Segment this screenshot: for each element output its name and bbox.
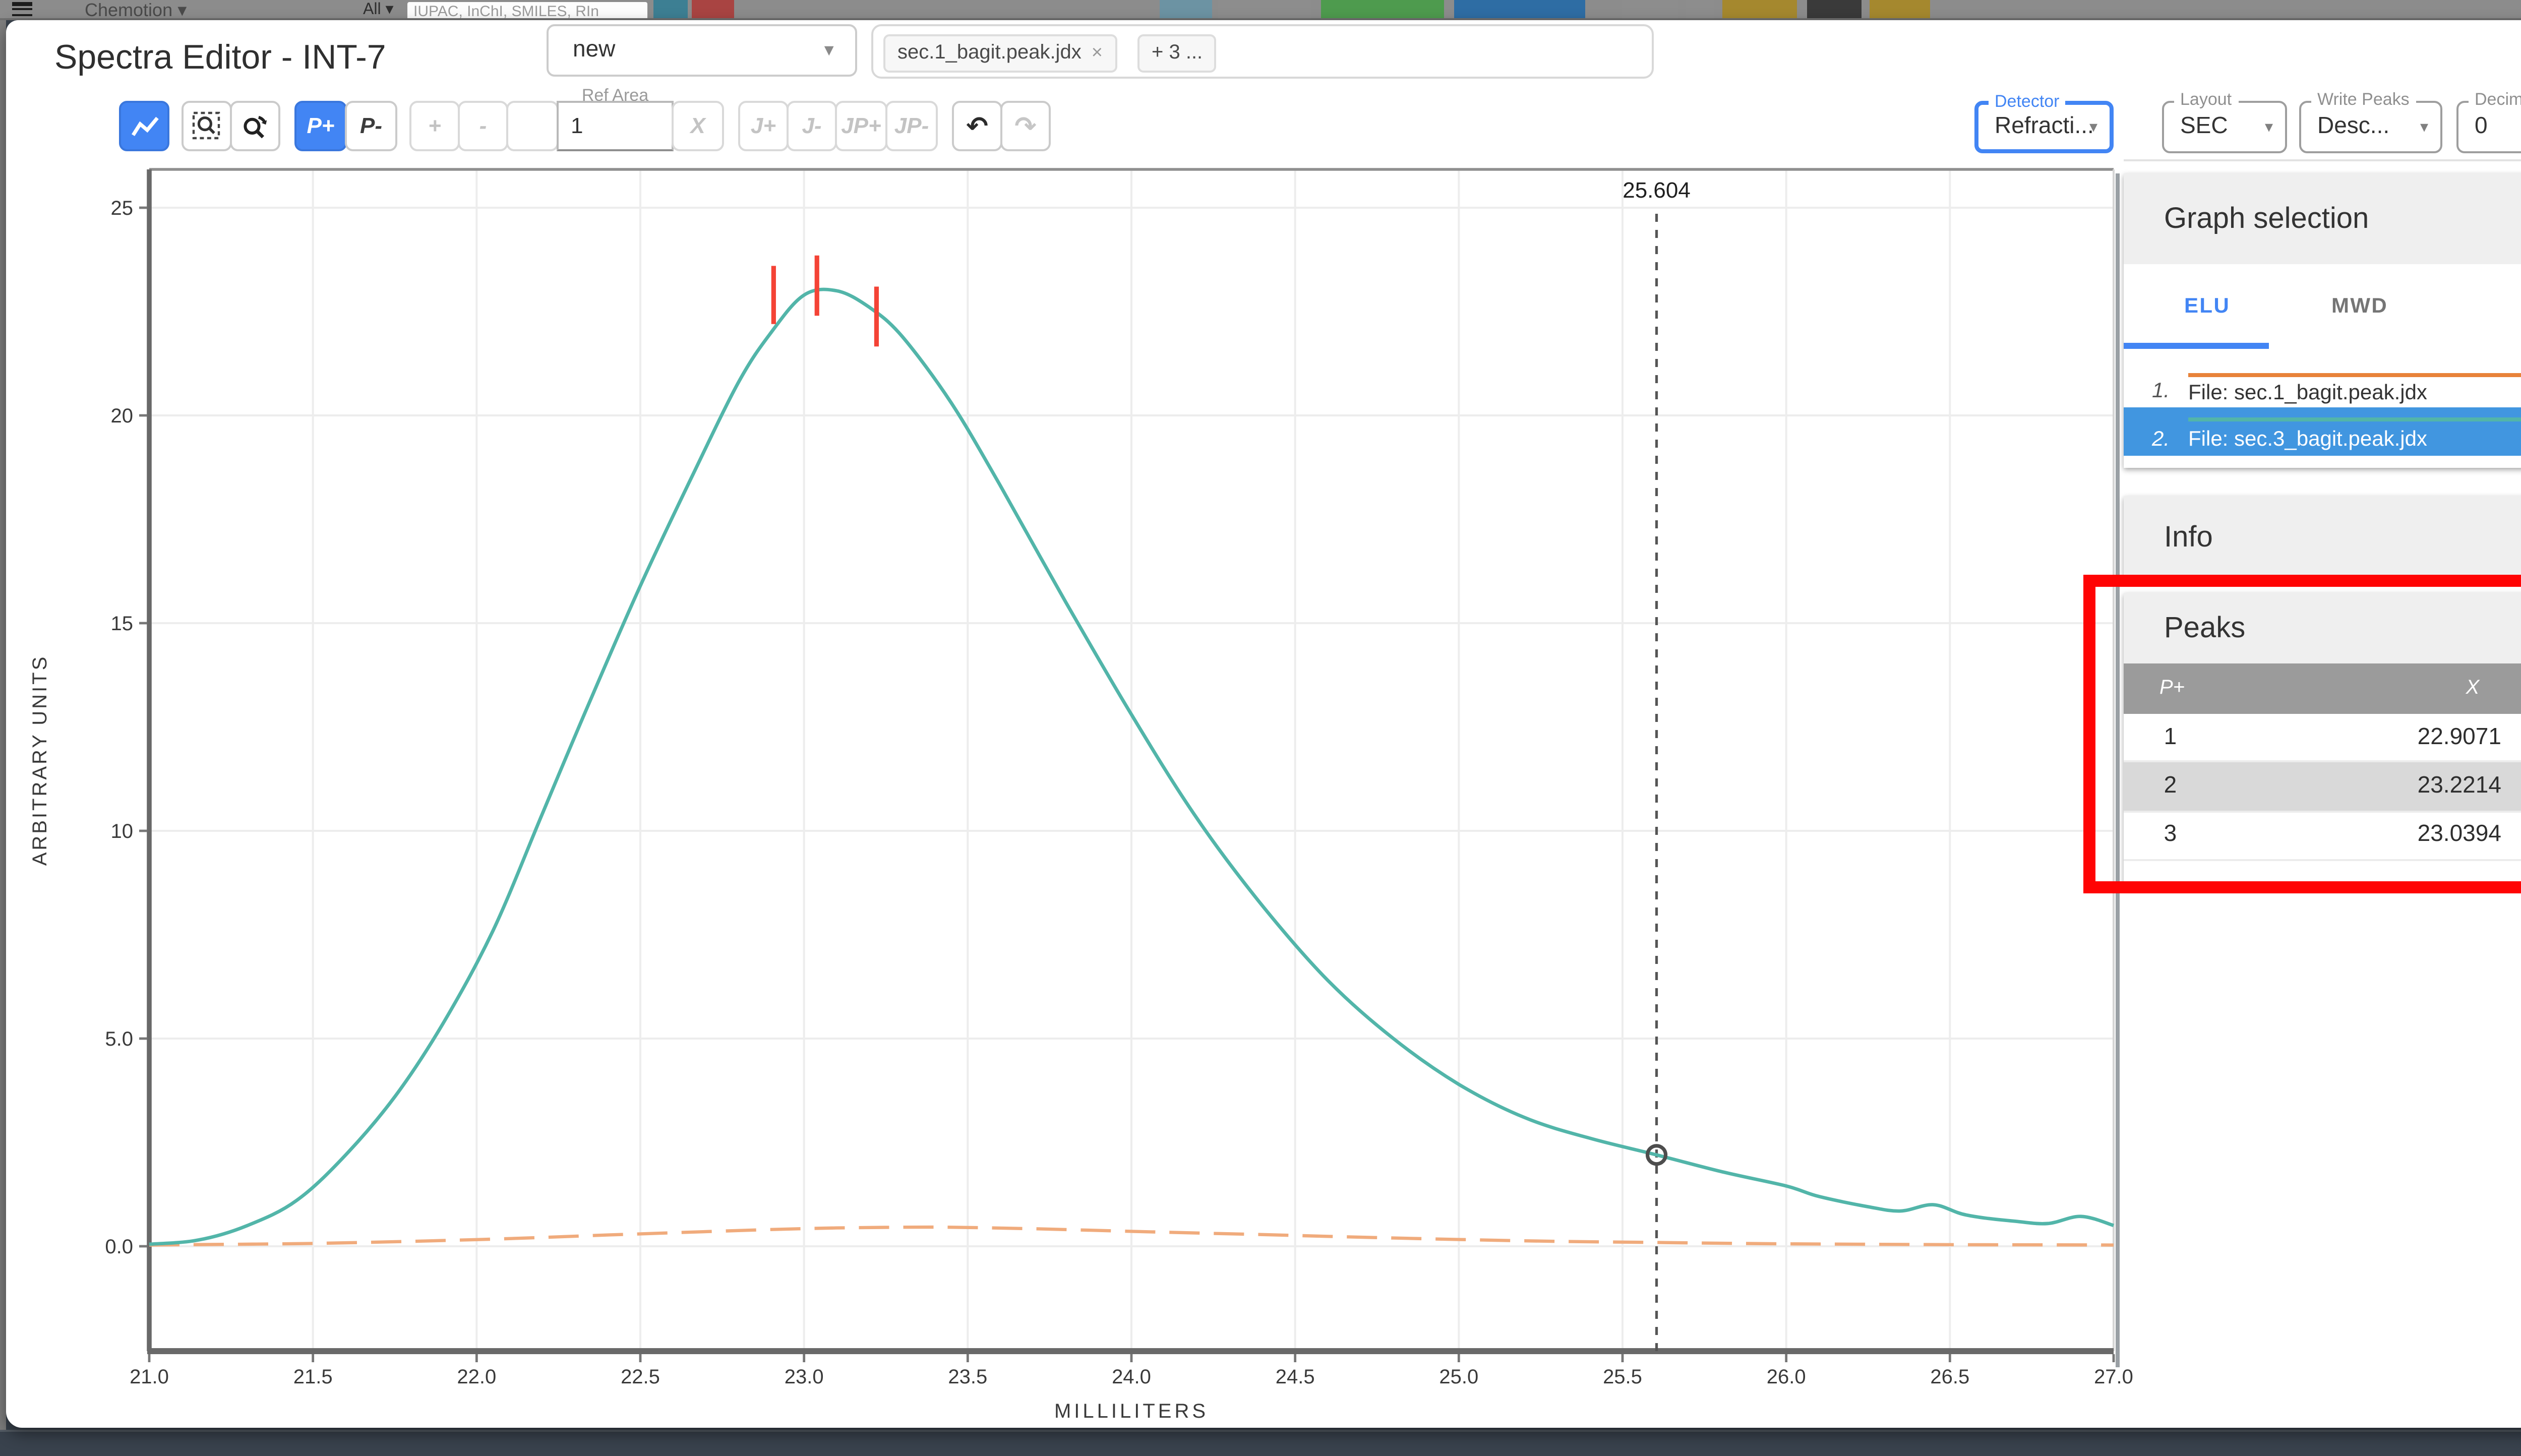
- axis-text: 22.5: [621, 1366, 660, 1388]
- annotation-highlight-rect: [2083, 575, 2521, 893]
- background-toolbar-button: [1686, 0, 1714, 18]
- background-toolbar-button: [653, 0, 688, 18]
- background-toolbar-button: [1454, 0, 1585, 18]
- axis-text: 20: [111, 405, 134, 427]
- background-browser-toolbar: Chemotion ▾ All ▾ IUPAC, InChI, SMILES, …: [0, 0, 2521, 20]
- axis-text: 21.5: [293, 1366, 333, 1388]
- info-header[interactable]: Info: [2124, 496, 2521, 579]
- tab-elu[interactable]: ELU: [2184, 294, 2230, 319]
- axis-text: 24.5: [1276, 1366, 1315, 1388]
- axis-text: 23.5: [948, 1366, 987, 1388]
- file-list-item[interactable]: 1. File: sec.1_bagit.peak.jdx: [2124, 369, 2521, 407]
- chevron-down-icon: ▾: [2264, 118, 2273, 136]
- background-toolbar-button: [1807, 0, 1862, 18]
- axis-text: 26.0: [1767, 1366, 1806, 1388]
- axis-text: 26.5: [1930, 1366, 1969, 1388]
- x-axis-title: MILLILITERS: [1054, 1400, 1209, 1422]
- menu-icon: [12, 2, 32, 18]
- axis-text: 22.0: [457, 1366, 496, 1388]
- layout-select[interactable]: Layout SEC ▾: [2162, 89, 2287, 153]
- axis-text: 15: [111, 613, 134, 635]
- cursor-value-label: 25.604: [1623, 178, 1691, 203]
- brand-menu: Chemotion ▾: [85, 0, 187, 20]
- background-toolbar-button: [1321, 0, 1444, 18]
- axis-text: 27.0: [2094, 1366, 2133, 1388]
- axis-text: 24.0: [1112, 1366, 1151, 1388]
- series-color-line: [2188, 416, 2521, 421]
- graph-selection-header[interactable]: Graph selection: [2124, 173, 2521, 264]
- sidebar-divider: [2124, 159, 2521, 161]
- series-color-line: [2188, 373, 2521, 378]
- tab-mwd[interactable]: MWD: [2331, 294, 2388, 319]
- window-left-edge: [0, 20, 6, 1432]
- axis-text: 23.0: [785, 1366, 824, 1388]
- file-list-item-selected[interactable]: 2. File: sec.3_bagit.peak.jdx: [2124, 407, 2521, 456]
- search-scope-dropdown: All ▾: [363, 0, 394, 18]
- background-toolbar-button: [1722, 0, 1797, 18]
- info-panel: Info: [2124, 496, 2521, 579]
- axis-text: 10: [111, 820, 134, 842]
- axis-text: 5.0: [105, 1028, 133, 1050]
- axis-text: 0.0: [105, 1236, 133, 1258]
- active-tab-indicator: [2124, 343, 2269, 349]
- background-toolbar-button: [1622, 0, 1678, 18]
- background-toolbar-button: [692, 0, 734, 18]
- axis-text: 25.0: [1439, 1366, 1478, 1388]
- background-toolbar-button: [1218, 0, 1311, 18]
- axis-text: 25: [111, 197, 134, 219]
- decimal-select[interactable]: Decimal 0 ▾: [2456, 89, 2521, 153]
- background-toolbar-button: [1870, 0, 1930, 18]
- spectra-chart[interactable]: 21.0 21.5 22.0 22.5 23.0 23.5 24.0 24.5 25.0 25.5…: [6, 20, 2144, 1432]
- background-toolbar-button: [1160, 0, 1212, 18]
- axis-text: 21.0: [130, 1366, 169, 1388]
- chevron-down-icon: ▾: [2420, 118, 2428, 136]
- y-axis-title: ARBITRARY UNITS: [29, 655, 51, 866]
- axis-text: 25.5: [1603, 1366, 1642, 1388]
- background-search-input: IUPAC, InChI, SMILES, RIn: [407, 1, 647, 18]
- write-peaks-select[interactable]: Write Peaks Desc... ▾: [2299, 89, 2442, 153]
- window-bottom-edge: [0, 1430, 2521, 1456]
- graph-selection-panel: Graph selection ELU MWD 1. File: sec.1_b…: [2124, 173, 2521, 468]
